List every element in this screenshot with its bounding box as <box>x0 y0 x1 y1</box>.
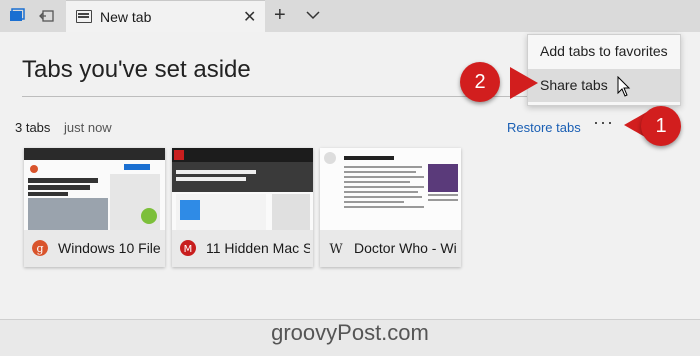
svg-text:g: g <box>36 242 43 255</box>
divider <box>22 96 532 97</box>
tab-card-title: Windows 10 File <box>58 240 161 256</box>
tab-card-title: Doctor Who - Wi <box>354 240 457 256</box>
tabs-timestamp: just now <box>64 120 112 135</box>
tab-card-wikipedia[interactable]: W Doctor Who - Wi <box>320 148 461 267</box>
panel-title: Tabs you've set aside <box>22 56 251 83</box>
callout-badge-1: 1 <box>641 106 681 146</box>
tab-card-label: W Doctor Who - Wi <box>320 230 461 267</box>
page-thumbnail <box>172 148 313 230</box>
tab-card-windows[interactable]: g Windows 10 File <box>24 148 165 267</box>
tab-card-label: g Windows 10 File <box>24 230 165 267</box>
tab-new-tab[interactable]: New tab ✕ <box>66 0 265 32</box>
new-tab-page-icon <box>76 10 92 23</box>
mouse-cursor-icon <box>617 76 631 97</box>
page-thumbnail <box>24 148 165 230</box>
svg-text:M: M <box>184 244 193 255</box>
callout-badge-2: 2 <box>460 62 500 102</box>
tab-card-mac[interactable]: M 11 Hidden Mac S <box>172 148 313 267</box>
page-thumbnail <box>320 148 461 230</box>
browser-window: New tab ✕ + Tabs you've set aside 3 tabs… <box>0 0 700 356</box>
menu-item-add-to-favorites[interactable]: Add tabs to favorites <box>528 35 680 68</box>
restore-tabs-link[interactable]: Restore tabs <box>507 120 581 135</box>
tab-card-label: M 11 Hidden Mac S <box>172 230 313 267</box>
callout-arrow-2 <box>510 67 538 99</box>
svg-text:W: W <box>329 242 343 256</box>
wikipedia-favicon-icon: W <box>329 242 343 256</box>
tabs-set-aside-icon[interactable] <box>8 7 26 25</box>
new-tab-icon[interactable]: + <box>274 4 286 27</box>
site-favicon-icon: M <box>180 240 196 256</box>
more-options-menu: Add tabs to favorites Share tabs <box>527 34 681 106</box>
set-aside-tabs-icon[interactable] <box>38 7 56 25</box>
more-options-button[interactable]: ··· <box>593 112 614 133</box>
tab-title: New tab <box>100 9 152 25</box>
watermark: groovyPost.com <box>271 320 429 345</box>
groovypost-favicon-icon: g <box>32 240 48 256</box>
tab-card-title: 11 Hidden Mac S <box>206 240 310 256</box>
title-bar: New tab ✕ + <box>0 0 700 32</box>
menu-item-share-tabs[interactable]: Share tabs <box>528 69 680 102</box>
close-icon[interactable]: ✕ <box>243 7 256 27</box>
tabs-count: 3 tabs <box>15 120 51 135</box>
chevron-down-icon[interactable] <box>305 7 321 23</box>
